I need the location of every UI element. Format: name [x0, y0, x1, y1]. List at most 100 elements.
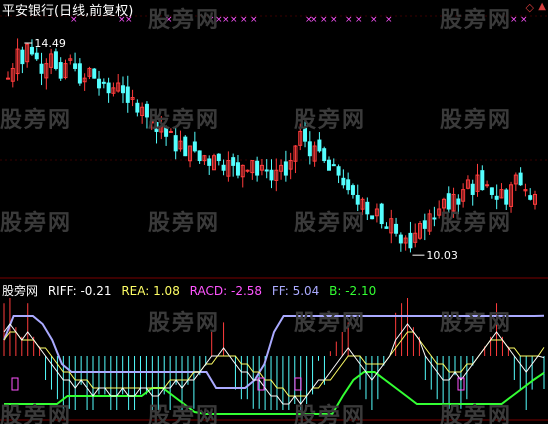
candle-down: [350, 185, 355, 195]
candle-down: [456, 198, 461, 205]
candle-down: [355, 194, 360, 205]
candle-down: [77, 63, 82, 84]
candle-down: [398, 234, 403, 244]
signal-marker: ×: [320, 15, 328, 25]
candle-down: [384, 226, 389, 229]
candle-up: [245, 169, 250, 172]
candle-down: [235, 162, 240, 176]
candle-down: [106, 82, 111, 94]
watermark: 股旁网: [0, 108, 73, 133]
candle-down: [39, 63, 44, 74]
chart-stage: × × × × × × × × × × × × × × × × × × × × 14.49 10.03 股旁网 股旁网 股…: [0, 0, 548, 424]
candle-down: [269, 169, 274, 181]
indicator-legend: 股旁网 RIFF: -0.21 REA: 1.08 RACD: -2.58 FF…: [2, 282, 382, 299]
candle-down: [20, 49, 25, 65]
candle-up: [485, 184, 490, 187]
signal-marker: ×: [310, 15, 318, 25]
watermark: 股旁网: [148, 8, 221, 33]
watermark: 股旁网: [0, 211, 73, 236]
signal-box: [294, 377, 302, 391]
candle-down: [216, 153, 221, 162]
watermark: 股旁网: [148, 404, 221, 424]
low-label: 10.03: [426, 249, 458, 262]
watermark: 股旁网: [440, 211, 513, 236]
candle-down: [283, 161, 288, 176]
candle-down: [73, 63, 78, 69]
watermark: 股旁网: [148, 108, 221, 133]
candle-down: [53, 51, 58, 69]
candle-down: [264, 169, 269, 172]
candle-down: [432, 217, 437, 220]
candle-down: [307, 141, 312, 157]
signal-marker: ×: [345, 15, 353, 25]
high-label: 14.49: [34, 37, 66, 50]
candle-down: [326, 159, 331, 171]
b-value: B: -2.10: [329, 284, 377, 298]
signal-marker: ×: [355, 15, 363, 25]
candle-down: [317, 139, 322, 152]
watermark: 股旁网: [440, 108, 513, 133]
candle-down: [120, 85, 125, 94]
watermark: 股旁网: [148, 211, 221, 236]
candle-down: [125, 86, 130, 103]
watermark: 股旁网: [440, 8, 513, 33]
watermark: 股旁网: [440, 311, 513, 336]
diamond-icon[interactable]: ◇: [526, 1, 534, 14]
candle-down: [336, 166, 341, 176]
candle-down: [322, 148, 327, 162]
watermark: 股旁网: [0, 404, 73, 424]
signal-marker: ×: [520, 15, 528, 25]
candle-down: [494, 195, 499, 200]
candle-down: [58, 62, 63, 79]
candle-down: [135, 102, 140, 113]
signal-marker: ×: [240, 15, 248, 25]
candle-down: [173, 135, 178, 152]
candle-down: [408, 232, 413, 249]
candle-up: [6, 77, 10, 80]
signal-marker: ×: [370, 15, 378, 25]
candle-down: [489, 187, 494, 195]
candle-down: [97, 78, 102, 89]
candle-down: [101, 81, 106, 84]
watermark: 股旁网: [148, 311, 221, 336]
candle-down: [92, 68, 97, 79]
signal-marker: ×: [385, 15, 393, 25]
candle-down: [528, 195, 533, 200]
watermark: 股旁网: [294, 211, 367, 236]
racd-value: RACD: -2.58: [189, 284, 263, 298]
watermark: 股旁网: [440, 404, 513, 424]
candle-down: [518, 172, 523, 186]
candle-down: [255, 160, 260, 176]
candle-down: [192, 141, 197, 152]
candle-down: [197, 150, 202, 162]
candle-down: [221, 164, 226, 171]
rea-value: REA: 1.08: [121, 284, 180, 298]
signal-marker: ×: [250, 15, 258, 25]
candle-down: [346, 179, 351, 191]
indicator-panel-label: 股旁网: [2, 284, 39, 298]
signal-box: [11, 377, 19, 391]
candle-down: [394, 223, 399, 234]
watermark: 股旁网: [294, 108, 367, 133]
candle-down: [365, 201, 370, 215]
ff-value: FF: 5.04: [271, 284, 320, 298]
arrow-up-icon[interactable]: ▲: [538, 1, 546, 12]
watermark: 股旁网: [294, 311, 367, 336]
candle-down: [34, 52, 39, 60]
candle-down: [341, 177, 346, 186]
riff-value: RIFF: -0.21: [47, 284, 112, 298]
candle-down: [370, 215, 375, 220]
rea-series-line: [3, 331, 545, 397]
watermark: 股旁网: [294, 404, 367, 424]
candle-down: [480, 170, 485, 191]
candle-down: [422, 220, 427, 229]
signal-marker: ×: [222, 15, 230, 25]
candle-down: [470, 183, 475, 195]
candle-down: [207, 158, 212, 166]
candle-down: [379, 203, 384, 225]
signal-marker: ×: [330, 15, 338, 25]
candle-down: [29, 46, 34, 55]
candle-down: [231, 157, 236, 166]
candle-down: [504, 189, 509, 205]
candle-down: [331, 164, 336, 167]
